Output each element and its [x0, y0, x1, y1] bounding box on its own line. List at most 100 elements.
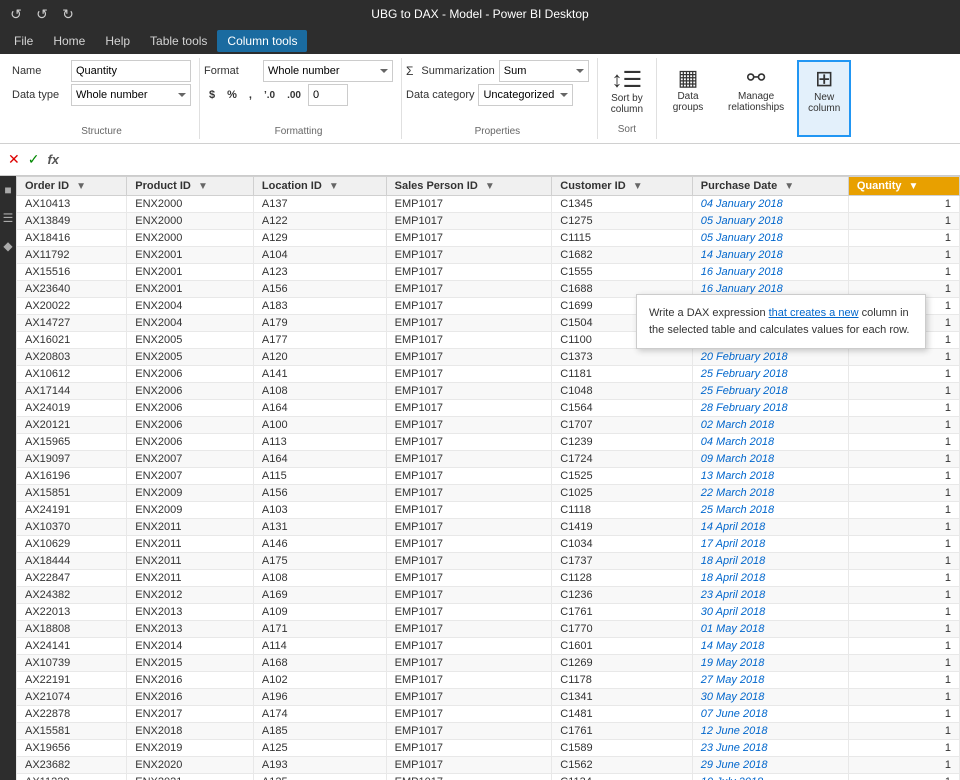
- table-cell: 29 June 2018: [692, 757, 848, 774]
- product-id-filter-icon[interactable]: ▼: [198, 181, 208, 192]
- col-product-id[interactable]: Product ID ▼: [127, 177, 254, 196]
- sort-group-label: Sort: [602, 120, 652, 135]
- new-column-btn[interactable]: ⊞ New column: [797, 60, 851, 137]
- table-cell: C1682: [552, 247, 693, 264]
- col-sales-person-id[interactable]: Sales Person ID ▼: [386, 177, 552, 196]
- table-row[interactable]: AX17144ENX2006A108EMP1017C104825 Februar…: [17, 383, 960, 400]
- summarization-select[interactable]: Sum: [499, 60, 589, 82]
- table-cell: A102: [253, 672, 386, 689]
- undo-icon[interactable]: ↺: [8, 6, 24, 22]
- formula-cancel-icon[interactable]: ✕: [8, 151, 20, 168]
- format-select[interactable]: Whole number: [263, 60, 393, 82]
- datacategory-select[interactable]: Uncategorized: [478, 84, 573, 106]
- formula-confirm-icon[interactable]: ✓: [28, 151, 40, 168]
- order-id-filter-icon[interactable]: ▼: [76, 181, 86, 192]
- table-cell: ENX2004: [127, 298, 254, 315]
- table-row[interactable]: AX10413ENX2000A137EMP1017C134504 January…: [17, 196, 960, 213]
- table-cell: AX11228: [17, 774, 127, 780]
- table-cell: 22 March 2018: [692, 485, 848, 502]
- table-row[interactable]: AX10370ENX2011A131EMP1017C141914 April 2…: [17, 519, 960, 536]
- col-quantity[interactable]: Quantity ▼: [848, 177, 959, 196]
- table-row[interactable]: AX10739ENX2015A168EMP1017C126919 May 201…: [17, 655, 960, 672]
- table-row[interactable]: AX19097ENX2007A164EMP1017C172409 March 2…: [17, 451, 960, 468]
- table-row[interactable]: AX22847ENX2011A108EMP1017C112818 April 2…: [17, 570, 960, 587]
- menu-home[interactable]: Home: [43, 30, 95, 52]
- table-row[interactable]: AX20121ENX2006A100EMP1017C170702 March 2…: [17, 417, 960, 434]
- table-cell: AX24382: [17, 587, 127, 604]
- table-cell: 1: [848, 434, 959, 451]
- table-row[interactable]: AX22878ENX2017A174EMP1017C148107 June 20…: [17, 706, 960, 723]
- table-row[interactable]: AX15851ENX2009A156EMP1017C102522 March 2…: [17, 485, 960, 502]
- percent-btn[interactable]: %: [222, 84, 242, 106]
- table-row[interactable]: AX20803ENX2005A120EMP1017C137320 Februar…: [17, 349, 960, 366]
- table-row[interactable]: AX13849ENX2000A122EMP1017C127505 January…: [17, 213, 960, 230]
- manage-relationships-btn[interactable]: ⚯ Manage relationships: [719, 60, 793, 137]
- sidebar-table-icon[interactable]: ☰: [0, 208, 16, 228]
- table-cell: ENX2020: [127, 757, 254, 774]
- datatype-select[interactable]: Whole number: [71, 84, 191, 106]
- data-groups-btn[interactable]: ▦ Data groups: [661, 60, 715, 137]
- table-row[interactable]: AX16196ENX2007A115EMP1017C152513 March 2…: [17, 468, 960, 485]
- table-cell: ENX2007: [127, 451, 254, 468]
- menu-column-tools[interactable]: Column tools: [217, 30, 307, 52]
- number-input[interactable]: [308, 84, 348, 106]
- comma-btn[interactable]: ,: [244, 84, 257, 106]
- table-row[interactable]: AX24382ENX2012A169EMP1017C123623 April 2…: [17, 587, 960, 604]
- table-row[interactable]: AX18808ENX2013A171EMP1017C177001 May 201…: [17, 621, 960, 638]
- datacategory-label: Data category: [406, 89, 474, 101]
- table-row[interactable]: AX19656ENX2019A125EMP1017C158923 June 20…: [17, 740, 960, 757]
- name-input[interactable]: [71, 60, 191, 82]
- title-bar: ↺ ↺ ↻ UBG to DAX - Model - Power BI Desk…: [0, 0, 960, 28]
- table-cell: EMP1017: [386, 553, 552, 570]
- table-row[interactable]: AX21074ENX2016A196EMP1017C134130 May 201…: [17, 689, 960, 706]
- table-row[interactable]: AX24191ENX2009A103EMP1017C111825 March 2…: [17, 502, 960, 519]
- menu-help[interactable]: Help: [95, 30, 140, 52]
- menu-table-tools[interactable]: Table tools: [140, 30, 217, 52]
- table-cell: AX24141: [17, 638, 127, 655]
- dec-inc-btn[interactable]: ’.0: [259, 84, 280, 106]
- table-area[interactable]: Order ID ▼ Product ID ▼ Location ID ▼ Sa…: [16, 176, 960, 780]
- formula-input[interactable]: [67, 153, 952, 167]
- dec-dec-btn[interactable]: .00: [282, 84, 306, 106]
- undo2-icon[interactable]: ↺: [34, 6, 50, 22]
- tooltip-link[interactable]: that creates a new: [769, 307, 859, 319]
- table-cell: ENX2004: [127, 315, 254, 332]
- col-customer-id[interactable]: Customer ID ▼: [552, 177, 693, 196]
- table-row[interactable]: AX11792ENX2001A104EMP1017C168214 January…: [17, 247, 960, 264]
- table-row[interactable]: AX15581ENX2018A185EMP1017C176112 June 20…: [17, 723, 960, 740]
- sidebar-model-icon[interactable]: ◆: [0, 236, 15, 256]
- table-row[interactable]: AX11228ENX2021A125EMP1017C113410 July 20…: [17, 774, 960, 780]
- menu-file[interactable]: File: [4, 30, 43, 52]
- table-row[interactable]: AX23682ENX2020A193EMP1017C156229 June 20…: [17, 757, 960, 774]
- table-row[interactable]: AX18444ENX2011A175EMP1017C173718 April 2…: [17, 553, 960, 570]
- quantity-filter-icon[interactable]: ▼: [909, 181, 919, 192]
- currency-btn[interactable]: $: [204, 84, 220, 106]
- table-cell: A193: [253, 757, 386, 774]
- table-row[interactable]: AX15516ENX2001A123EMP1017C155516 January…: [17, 264, 960, 281]
- sidebar-chart-icon[interactable]: ■: [1, 180, 14, 200]
- customer-id-filter-icon[interactable]: ▼: [633, 181, 643, 192]
- col-purchase-date[interactable]: Purchase Date ▼: [692, 177, 848, 196]
- table-cell: EMP1017: [386, 281, 552, 298]
- left-sidebar: ■ ☰ ◆: [0, 176, 16, 780]
- table-row[interactable]: AX24019ENX2006A164EMP1017C156428 Februar…: [17, 400, 960, 417]
- table-row[interactable]: AX18416ENX2000A129EMP1017C111505 January…: [17, 230, 960, 247]
- table-cell: ENX2012: [127, 587, 254, 604]
- table-row[interactable]: AX22013ENX2013A109EMP1017C176130 April 2…: [17, 604, 960, 621]
- col-location-id[interactable]: Location ID ▼: [253, 177, 386, 196]
- purchase-date-filter-icon[interactable]: ▼: [784, 181, 794, 192]
- table-cell: C1345: [552, 196, 693, 213]
- sort-by-column-btn[interactable]: ↕☰ Sort by column: [602, 62, 652, 120]
- table-cell: 09 March 2018: [692, 451, 848, 468]
- manage-rel-icon: ⚯: [747, 65, 765, 91]
- sales-person-filter-icon[interactable]: ▼: [485, 181, 495, 192]
- redo-icon[interactable]: ↻: [60, 6, 76, 22]
- location-id-filter-icon[interactable]: ▼: [329, 181, 339, 192]
- table-row[interactable]: AX24141ENX2014A114EMP1017C160114 May 201…: [17, 638, 960, 655]
- table-row[interactable]: AX15965ENX2006A113EMP1017C123904 March 2…: [17, 434, 960, 451]
- table-row[interactable]: AX10612ENX2006A141EMP1017C118125 Februar…: [17, 366, 960, 383]
- table-cell: ENX2017: [127, 706, 254, 723]
- table-row[interactable]: AX22191ENX2016A102EMP1017C117827 May 201…: [17, 672, 960, 689]
- col-order-id[interactable]: Order ID ▼: [17, 177, 127, 196]
- table-row[interactable]: AX10629ENX2011A146EMP1017C103417 April 2…: [17, 536, 960, 553]
